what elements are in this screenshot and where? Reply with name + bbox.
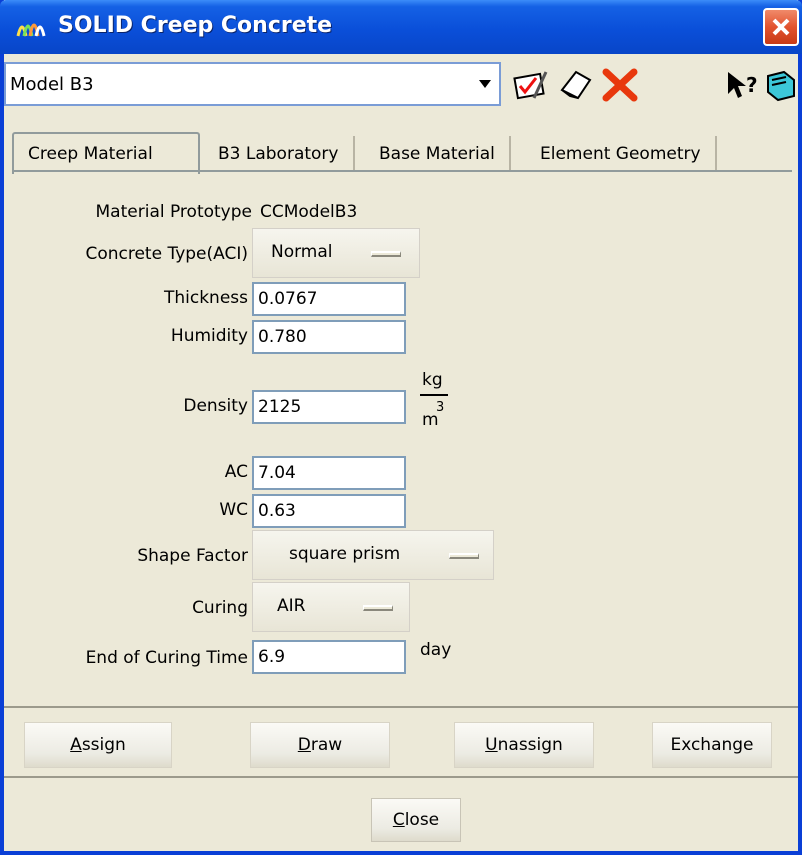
creep-material-panel: Material Prototype CCModelB3 Concrete Ty… xyxy=(12,170,792,700)
density-unit: kg m 3 xyxy=(418,370,452,440)
density-field[interactable]: 2125 xyxy=(252,390,406,424)
unassign-label: nassign xyxy=(497,735,563,755)
density-unit-exponent: 3 xyxy=(436,400,445,415)
draw-label: raw xyxy=(310,735,343,755)
model-combobox-value: Model B3 xyxy=(10,74,94,95)
tab-bar: Creep Material B3 Laboratory Base Materi… xyxy=(12,132,792,174)
thickness-field[interactable]: 0.0767 xyxy=(252,282,406,316)
concrete-type-menu[interactable]: Normal xyxy=(252,228,420,278)
ac-field[interactable]: 7.04 xyxy=(252,456,406,490)
dropdown-arrow-icon[interactable] xyxy=(471,64,499,104)
action-button-row: Assign Draw Unassign Exchange xyxy=(4,712,798,774)
curing-menu[interactable]: AIR xyxy=(252,582,410,632)
svg-text:?: ? xyxy=(746,73,758,97)
window-close-icon[interactable] xyxy=(763,8,799,46)
option-indicator-icon xyxy=(449,553,479,559)
tab-b3-laboratory[interactable]: B3 Laboratory xyxy=(204,136,355,172)
assign-mnemonic: A xyxy=(70,735,82,755)
model-combobox[interactable]: Model B3 xyxy=(4,62,501,106)
ac-label: AC xyxy=(224,462,248,482)
window-title: SOLID Creep Concrete xyxy=(58,13,333,38)
prototype-value: CCModelB3 xyxy=(260,202,358,222)
end-curing-unit: day xyxy=(420,640,452,660)
shape-factor-label: Shape Factor xyxy=(137,546,248,566)
density-label: Density xyxy=(183,396,248,416)
close-button[interactable]: Close xyxy=(371,798,461,842)
density-unit-numerator: kg xyxy=(422,370,443,390)
shape-factor-value: square prism xyxy=(289,544,401,564)
creep-concrete-window: SOLID Creep Concrete Model B3 ? Creep Ma… xyxy=(0,0,802,855)
draw-mnemonic: D xyxy=(297,735,311,755)
draw-button[interactable]: Draw xyxy=(250,722,390,768)
concrete-type-value: Normal xyxy=(271,242,333,262)
context-help-icon[interactable]: ? xyxy=(724,68,764,102)
thickness-label: Thickness xyxy=(163,288,248,308)
toolbar: Model B3 ? xyxy=(4,54,798,130)
shape-factor-menu[interactable]: square prism xyxy=(252,530,494,580)
solid-logo-icon xyxy=(16,23,46,37)
option-indicator-icon xyxy=(371,251,401,257)
exchange-button[interactable]: Exchange xyxy=(652,722,772,768)
edit-check-icon[interactable] xyxy=(510,68,550,102)
close-label: lose xyxy=(404,810,440,830)
unassign-mnemonic: U xyxy=(485,735,498,755)
tab-creep-material[interactable]: Creep Material xyxy=(12,132,200,174)
curing-value: AIR xyxy=(277,596,306,616)
unassign-button[interactable]: Unassign xyxy=(454,722,594,768)
end-curing-label: End of Curing Time xyxy=(85,648,248,668)
prototype-label: Material Prototype xyxy=(95,202,252,222)
eraser-icon[interactable] xyxy=(556,68,596,102)
wc-field[interactable]: 0.63 xyxy=(252,494,406,528)
tab-base-material[interactable]: Base Material xyxy=(365,136,511,172)
assign-label: ssign xyxy=(81,735,126,755)
wc-label: WC xyxy=(219,500,248,520)
humidity-label: Humidity xyxy=(170,326,248,346)
delete-icon[interactable] xyxy=(600,68,640,102)
assign-button[interactable]: Assign xyxy=(24,722,172,768)
fraction-bar xyxy=(420,394,448,396)
book-help-icon[interactable] xyxy=(760,68,800,102)
concrete-type-label: Concrete Type(ACI) xyxy=(85,244,248,264)
close-row: Close xyxy=(4,778,798,851)
close-mnemonic: C xyxy=(392,810,405,830)
humidity-field[interactable]: 0.780 xyxy=(252,320,406,354)
curing-label: Curing xyxy=(192,598,248,618)
separator xyxy=(4,706,798,708)
title-bar[interactable]: SOLID Creep Concrete xyxy=(0,0,802,54)
option-indicator-icon xyxy=(363,605,393,611)
end-curing-field[interactable]: 6.9 xyxy=(252,640,406,674)
tab-element-geometry[interactable]: Element Geometry xyxy=(526,136,717,172)
